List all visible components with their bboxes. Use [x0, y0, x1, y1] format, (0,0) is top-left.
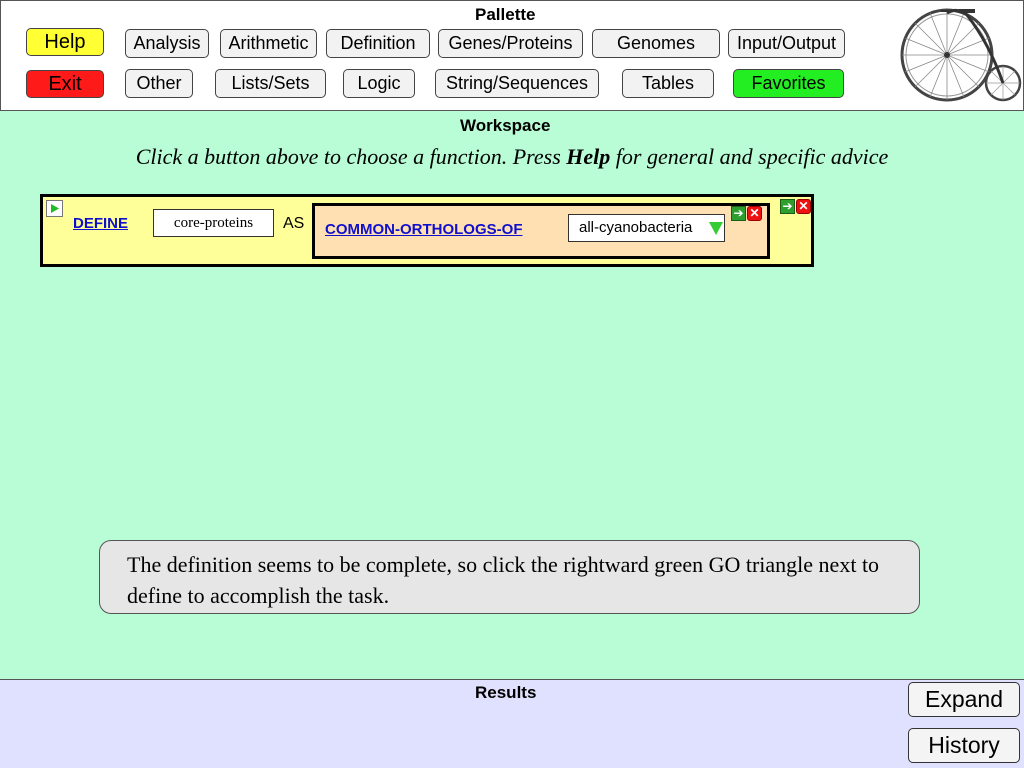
definition-name-input[interactable]: core-proteins: [153, 209, 274, 237]
category-definition-button[interactable]: Definition: [326, 29, 430, 58]
exit-button[interactable]: Exit: [26, 70, 104, 98]
category-arithmetic-button[interactable]: Arithmetic: [220, 29, 317, 58]
common-orthologs-of-link[interactable]: COMMON-ORTHOLOGS-OF: [325, 221, 522, 238]
instruction-help-word: Help: [566, 144, 611, 169]
palette-title: Pallette: [475, 5, 536, 24]
palette-panel: Pallette Help Exit Analysis Arithmetic D…: [0, 0, 1024, 111]
results-title: Results: [475, 683, 537, 702]
category-logic-button[interactable]: Logic: [343, 69, 415, 98]
results-panel: Results Expand History: [0, 679, 1024, 768]
delete-define-button[interactable]: ✕: [796, 199, 811, 214]
category-lists-sets-button[interactable]: Lists/Sets: [215, 69, 326, 98]
organism-select[interactable]: all-cyanobacteria: [568, 214, 725, 242]
category-string-sequences-button[interactable]: String/Sequences: [435, 69, 599, 98]
organism-select-value: all-cyanobacteria: [579, 219, 693, 236]
define-link[interactable]: DEFINE: [73, 215, 128, 232]
play-triangle-icon: [51, 204, 59, 213]
category-genes-proteins-button[interactable]: Genes/Proteins: [438, 29, 583, 58]
category-analysis-button[interactable]: Analysis: [125, 29, 209, 58]
delete-function-button[interactable]: ✕: [747, 206, 762, 221]
category-genomes-button[interactable]: Genomes: [592, 29, 720, 58]
instruction-prefix: Click a button above to choose a functio…: [135, 144, 567, 169]
insert-arrow-button-nested[interactable]: ➔: [731, 206, 746, 221]
category-tables-button[interactable]: Tables: [622, 69, 714, 98]
instruction-suffix: for general and specific advice: [610, 144, 889, 169]
go-triangle-button[interactable]: [46, 200, 63, 217]
expand-button[interactable]: Expand: [908, 682, 1020, 717]
insert-arrow-button[interactable]: ➔: [780, 199, 795, 214]
workspace-title: Workspace: [460, 116, 551, 135]
history-button[interactable]: History: [908, 728, 1020, 763]
category-favorites-button[interactable]: Favorites: [733, 69, 844, 98]
category-other-button[interactable]: Other: [125, 69, 193, 98]
bicycle-logo-icon: [900, 8, 1022, 102]
hint-note: The definition seems to be complete, so …: [99, 540, 920, 614]
as-label: AS: [283, 215, 305, 232]
category-input-output-button[interactable]: Input/Output: [728, 29, 845, 58]
instruction-text: Click a button above to choose a functio…: [0, 144, 1024, 170]
help-button[interactable]: Help: [26, 28, 104, 56]
dropdown-triangle-icon[interactable]: [709, 222, 723, 235]
